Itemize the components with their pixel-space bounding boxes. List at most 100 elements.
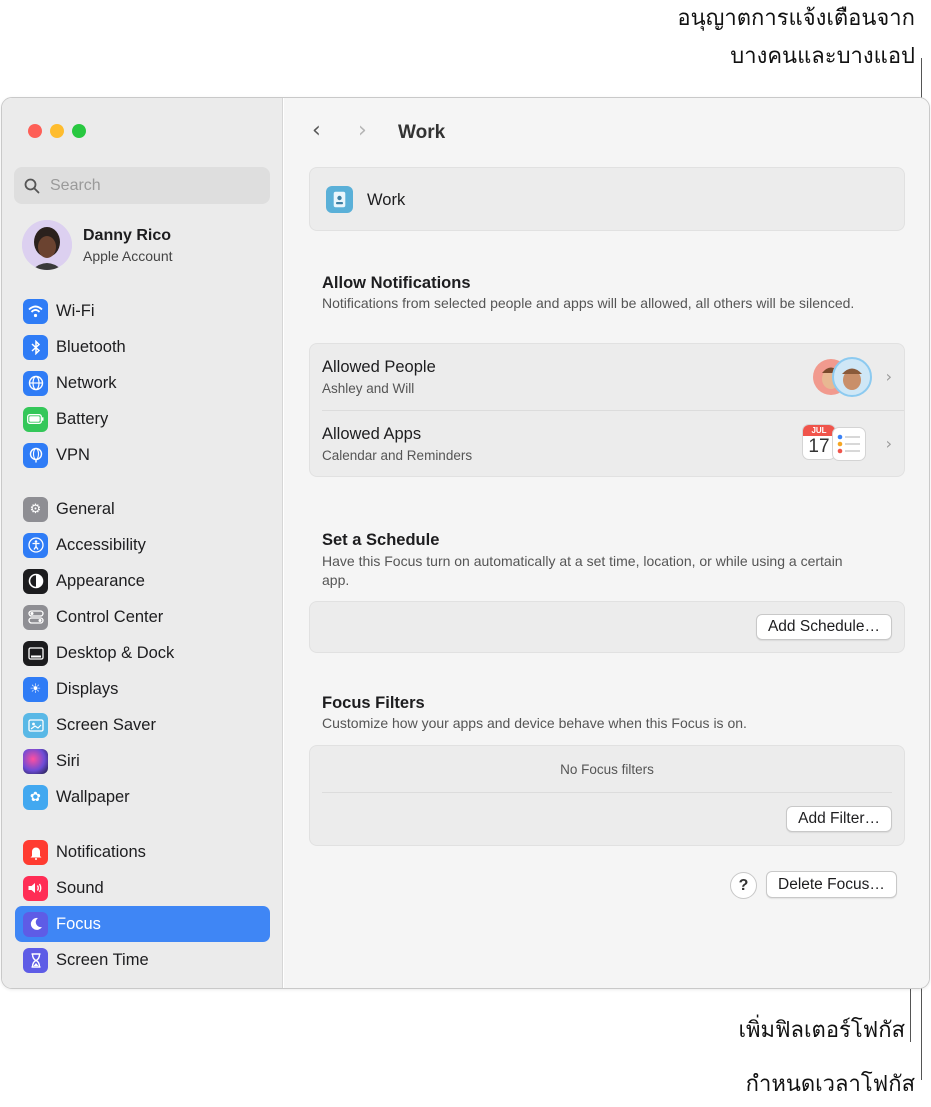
hourglass-icon — [23, 947, 48, 973]
gear-icon: ⚙ — [23, 496, 48, 522]
settings-window: Danny Rico Apple Account Wi-Fi Bluetooth… — [1, 97, 930, 989]
callout-line-2: บางคนและบางแอป — [730, 44, 915, 69]
sidebar-item-screen-time[interactable]: Screen Time — [15, 942, 270, 978]
screen-saver-icon — [23, 712, 48, 738]
sidebar-item-label: Focus — [56, 914, 101, 933]
no-filters-label: No Focus filters — [560, 762, 654, 777]
schedule-title: Set a Schedule — [322, 531, 440, 549]
sidebar-item-battery[interactable]: Battery — [15, 401, 270, 437]
add-schedule-button[interactable]: Add Schedule… — [755, 614, 892, 640]
speaker-icon — [23, 875, 48, 901]
sidebar-item-bluetooth[interactable]: Bluetooth — [15, 329, 270, 365]
sidebar-item-notifications[interactable]: Notifications — [15, 834, 270, 870]
control-center-icon — [23, 604, 48, 630]
sidebar-item-focus[interactable]: Focus — [15, 906, 270, 942]
callout-add-filter: เพิ่มฟิลเตอร์โฟกัส — [738, 1018, 905, 1043]
calendar-month: JUL — [803, 425, 835, 436]
help-button[interactable]: ? — [730, 872, 757, 899]
main-pane: ‹ › Work Work Allow Notifications Notifi… — [284, 98, 929, 988]
allowed-people-subtitle: Ashley and Will — [322, 381, 415, 396]
forward-button[interactable]: › — [358, 118, 367, 143]
sidebar-item-network[interactable]: Network — [15, 365, 270, 401]
sidebar-item-accessibility[interactable]: Accessibility — [15, 527, 270, 563]
sidebar-group-system: ⚙ General Accessibility Appearance Contr… — [15, 491, 270, 815]
focus-filters-description: Customize how your apps and device behav… — [322, 715, 747, 731]
schedule-description: Have this Focus turn on automatically at… — [322, 553, 843, 588]
allowed-people-title: Allowed People — [322, 358, 436, 376]
callout-line-1: อนุญาตการแจ้งเตือนจาก — [677, 6, 915, 31]
allowed-apps-title: Allowed Apps — [322, 425, 422, 443]
calendar-app-icon: JUL 17 — [802, 424, 836, 460]
allowed-list: Allowed People Ashley and Will › Allowed… — [309, 343, 905, 477]
filters-card: No Focus filters Add Filter… — [309, 745, 905, 846]
globe-icon — [23, 370, 48, 396]
focus-name: Work — [367, 191, 406, 209]
focus-filters-title: Focus Filters — [322, 694, 425, 712]
chevron-right-icon: › — [885, 434, 892, 453]
sidebar-item-screen-saver[interactable]: Screen Saver — [15, 707, 270, 743]
chevron-right-icon: › — [885, 367, 892, 386]
allowed-apps-subtitle: Calendar and Reminders — [322, 448, 473, 463]
zoom-window-button[interactable] — [72, 124, 86, 138]
sidebar-item-label: Desktop & Dock — [56, 643, 175, 662]
bluetooth-icon — [23, 334, 48, 360]
allow-notifications-title: Allow Notifications — [322, 274, 471, 292]
sidebar-item-wallpaper[interactable]: ✿ Wallpaper — [15, 779, 270, 815]
sidebar-group-focus: Notifications Sound Focus Screen Time — [15, 834, 270, 978]
sidebar: Danny Rico Apple Account Wi-Fi Bluetooth… — [2, 98, 283, 988]
traffic-lights — [28, 124, 86, 138]
callout-set-schedule: กำหนดเวลาโฟกัส — [745, 1072, 915, 1097]
page-title: Work — [398, 122, 446, 143]
allowed-people-row[interactable]: Allowed People Ashley and Will › — [310, 344, 904, 410]
sidebar-item-sound[interactable]: Sound — [15, 870, 270, 906]
search-input[interactable] — [50, 176, 250, 195]
sidebar-item-label: Battery — [56, 409, 109, 428]
appearance-icon — [23, 568, 48, 594]
avatar — [22, 220, 72, 270]
sidebar-item-displays[interactable]: ☀ Displays — [15, 671, 270, 707]
dock-icon — [23, 640, 48, 666]
work-badge-icon — [326, 186, 353, 213]
sidebar-item-general[interactable]: ⚙ General — [15, 491, 270, 527]
sidebar-item-label: General — [56, 499, 115, 518]
people-avatars — [812, 357, 872, 397]
accessibility-icon — [23, 532, 48, 558]
sidebar-item-wifi[interactable]: Wi-Fi — [15, 293, 270, 329]
close-window-button[interactable] — [28, 124, 42, 138]
sun-icon: ☀ — [23, 676, 48, 702]
sidebar-item-label: Siri — [56, 751, 80, 770]
back-button[interactable]: ‹ — [312, 118, 321, 143]
schedule-card: Add Schedule… — [309, 601, 905, 653]
sidebar-item-label: Control Center — [56, 607, 164, 626]
search-icon — [24, 178, 40, 193]
delete-focus-button[interactable]: Delete Focus… — [766, 871, 897, 898]
bell-icon — [23, 839, 48, 865]
allowed-apps-row[interactable]: Allowed Apps Calendar and Reminders JUL … — [310, 411, 904, 477]
search-box[interactable] — [14, 167, 270, 204]
allow-notifications-description: Notifications from selected people and a… — [322, 295, 855, 311]
flower-icon: ✿ — [23, 784, 48, 810]
focus-name-card[interactable]: Work — [309, 167, 905, 231]
sidebar-item-label: Wallpaper — [56, 787, 130, 806]
sidebar-item-siri[interactable]: Siri — [15, 743, 270, 779]
sidebar-item-label: Wi-Fi — [56, 301, 95, 320]
sidebar-item-label: Screen Time — [56, 950, 149, 969]
sidebar-item-vpn[interactable]: VPN — [15, 437, 270, 473]
battery-icon — [23, 406, 48, 432]
account-subtitle: Apple Account — [83, 247, 173, 264]
apple-account[interactable]: Danny Rico Apple Account — [22, 220, 173, 270]
add-filter-button[interactable]: Add Filter… — [786, 806, 892, 832]
sidebar-item-label: Screen Saver — [56, 715, 156, 734]
sidebar-group-network: Wi-Fi Bluetooth Network Battery VPN — [15, 293, 270, 473]
sidebar-item-label: Bluetooth — [56, 337, 126, 356]
sidebar-item-appearance[interactable]: Appearance — [15, 563, 270, 599]
sidebar-item-label: Appearance — [56, 571, 145, 590]
sidebar-item-label: VPN — [56, 445, 90, 464]
moon-icon — [23, 911, 48, 937]
siri-icon — [23, 748, 48, 774]
sidebar-item-label: Sound — [56, 878, 104, 897]
sidebar-item-desktop-dock[interactable]: Desktop & Dock — [15, 635, 270, 671]
calendar-day: 17 — [808, 436, 830, 457]
minimize-window-button[interactable] — [50, 124, 64, 138]
sidebar-item-control-center[interactable]: Control Center — [15, 599, 270, 635]
